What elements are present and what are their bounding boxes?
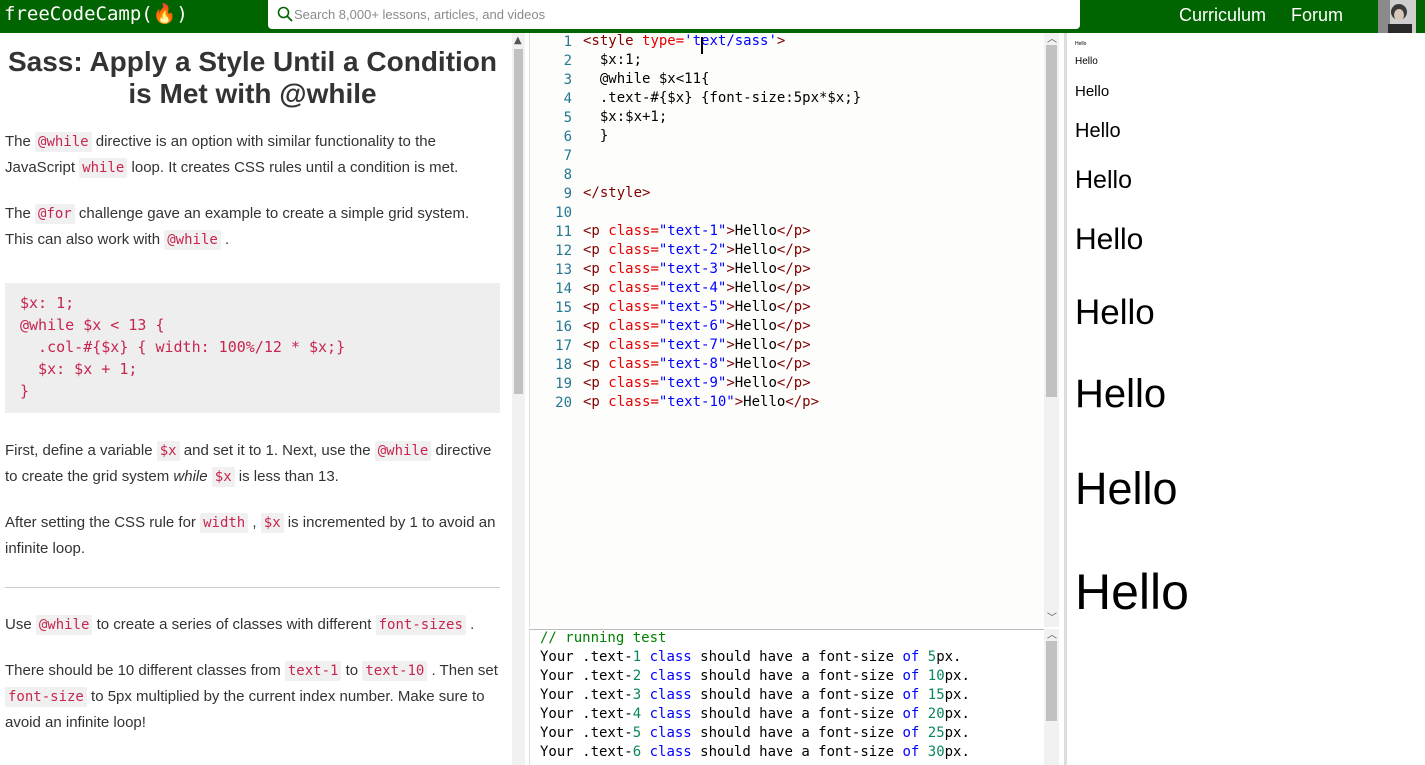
line-number: 10 [555,205,572,221]
lesson-paragraph-1: The @while directive is an option with s… [5,132,459,178]
editor-scrollbar[interactable]: ︿ ﹀ [1044,33,1059,627]
line-number: 14 [555,281,572,297]
lesson-scroll-thumb[interactable] [514,49,523,394]
code-line-9[interactable]: </style> [583,185,650,201]
brand-logo[interactable]: freeCodeCamp(🔥) [4,2,188,26]
search-icon [277,6,293,22]
code-line-p[interactable]: <p class="text-9">Hello</p> [583,375,811,391]
line-number: 2 [563,53,572,69]
preview-hello-8: Hello [1075,372,1167,416]
code-line-5[interactable]: $x:$x+1; [583,109,667,125]
lesson-scrollbar[interactable]: ▲ [512,33,525,765]
code-line-p[interactable]: <p class="text-8">Hello</p> [583,356,811,372]
test-console: // running test Your .text-1 class shoul… [529,629,1059,765]
editor-scroll-thumb[interactable] [1046,45,1057,397]
preview-hello-7: Hello [1075,293,1155,332]
top-nav: freeCodeCamp(🔥) Curriculum Forum [0,0,1425,33]
code-line-p[interactable]: <p class="text-6">Hello</p> [583,318,811,334]
line-number: 18 [555,357,572,373]
line-number: 6 [563,129,572,145]
code-line-p[interactable]: <p class="text-5">Hello</p> [583,299,811,315]
code-line-2[interactable]: $x:1; [583,52,642,68]
lesson-paragraph-2: The @for challenge gave an example to cr… [5,204,470,250]
lesson-panel: Sass: Apply a Style Until a Condition is… [0,33,512,765]
lesson-paragraph-3: First, define a variable $x and set it t… [5,441,492,487]
preview-hello-6: Hello [1075,223,1144,256]
code-line-1[interactable]: <style type='text/sass'> [583,33,785,49]
code-line-p[interactable]: <p class="text-3">Hello</p> [583,261,811,277]
test-result-line: Your .text-5 class should have a font-si… [540,725,970,741]
instructions-paragraph-2: There should be 10 different classes fro… [5,661,498,731]
test-result-line: Your .text-3 class should have a font-si… [540,687,970,703]
line-number-gutter: 1 2 3 4 5 6 7 8 9 10 11 12 13 14 15 16 17 18 19 20 [530,33,578,627]
code-line-6[interactable]: } [583,128,608,144]
nav-link-curriculum[interactable]: Curriculum [1179,4,1266,26]
line-number: 7 [563,148,572,164]
preview-hello-3: Hello [1075,83,1110,100]
line-number: 4 [563,91,572,107]
line-number: 8 [563,167,572,183]
code-line-p[interactable]: <p class="text-10">Hello</p> [583,394,819,410]
preview-hello-10: Hello [1075,564,1189,620]
preview-hello-9: Hello [1075,463,1178,514]
avatar[interactable] [1378,0,1416,33]
test-result-line: Your .text-6 class should have a font-si… [540,744,970,760]
line-number: 13 [555,262,572,278]
line-number: 15 [555,300,572,316]
avatar-image [1378,0,1416,33]
text-cursor [701,37,703,54]
nav-link-forum[interactable]: Forum [1291,4,1343,26]
code-example: $x: 1; @while $x < 13 { .col-#{$x} { wid… [5,283,500,413]
line-number: 20 [555,395,572,411]
line-number: 5 [563,110,572,126]
console-header: // running test [540,630,667,646]
preview-hello-5: Hello [1075,166,1132,194]
editor-scroll-down-icon[interactable]: ﹀ [1047,614,1057,624]
instructions-paragraph-1: Use @while to create a series of classes… [5,615,475,635]
code-line-p[interactable]: <p class="text-2">Hello</p> [583,242,811,258]
test-result-line: Your .text-4 class should have a font-si… [540,706,970,722]
line-number: 12 [555,243,572,259]
line-number: 19 [555,376,572,392]
line-number: 9 [563,186,572,202]
line-number: 17 [555,338,572,354]
search-input[interactable] [294,3,1064,25]
line-number: 3 [563,72,572,88]
code-editor[interactable]: 1 2 3 4 5 6 7 8 9 10 11 12 13 14 15 16 17 18 19 20 <style t… [529,33,1059,627]
line-number: 16 [555,319,572,335]
preview-hello-2: Hello [1075,56,1098,67]
code-line-p[interactable]: <p class="text-7">Hello</p> [583,337,811,353]
scroll-up-icon[interactable]: ▲ [514,36,524,46]
preview-frame: Hello Hello Hello Hello Hello Hello Hell… [1064,33,1425,765]
search-bar[interactable] [268,0,1080,29]
console-scrollbar[interactable]: ︿ [1044,629,1059,765]
console-scroll-thumb[interactable] [1046,641,1057,721]
editor-scroll-up-icon[interactable]: ︿ [1047,35,1057,45]
code-line-p[interactable]: <p class="text-4">Hello</p> [583,280,811,296]
preview-hello-1: Hello [1075,41,1087,47]
code-line-3[interactable]: @while $x<11{ [583,71,710,87]
code-line-4[interactable]: .text-#{$x} {font-size:5px*$x;} [583,90,861,106]
line-number: 1 [563,34,572,50]
line-number: 11 [555,224,572,240]
page-title: Sass: Apply a Style Until a Condition is… [7,46,498,109]
code-line-p[interactable]: <p class="text-1">Hello</p> [583,223,811,239]
test-result-line: Your .text-2 class should have a font-si… [540,668,970,684]
test-result-line: Your .text-1 class should have a font-si… [540,649,962,665]
console-scroll-up-icon[interactable]: ︿ [1047,631,1057,641]
preview-hello-4: Hello [1075,120,1121,142]
lesson-paragraph-4: After setting the CSS rule for width , $… [5,513,496,557]
divider [5,587,500,588]
